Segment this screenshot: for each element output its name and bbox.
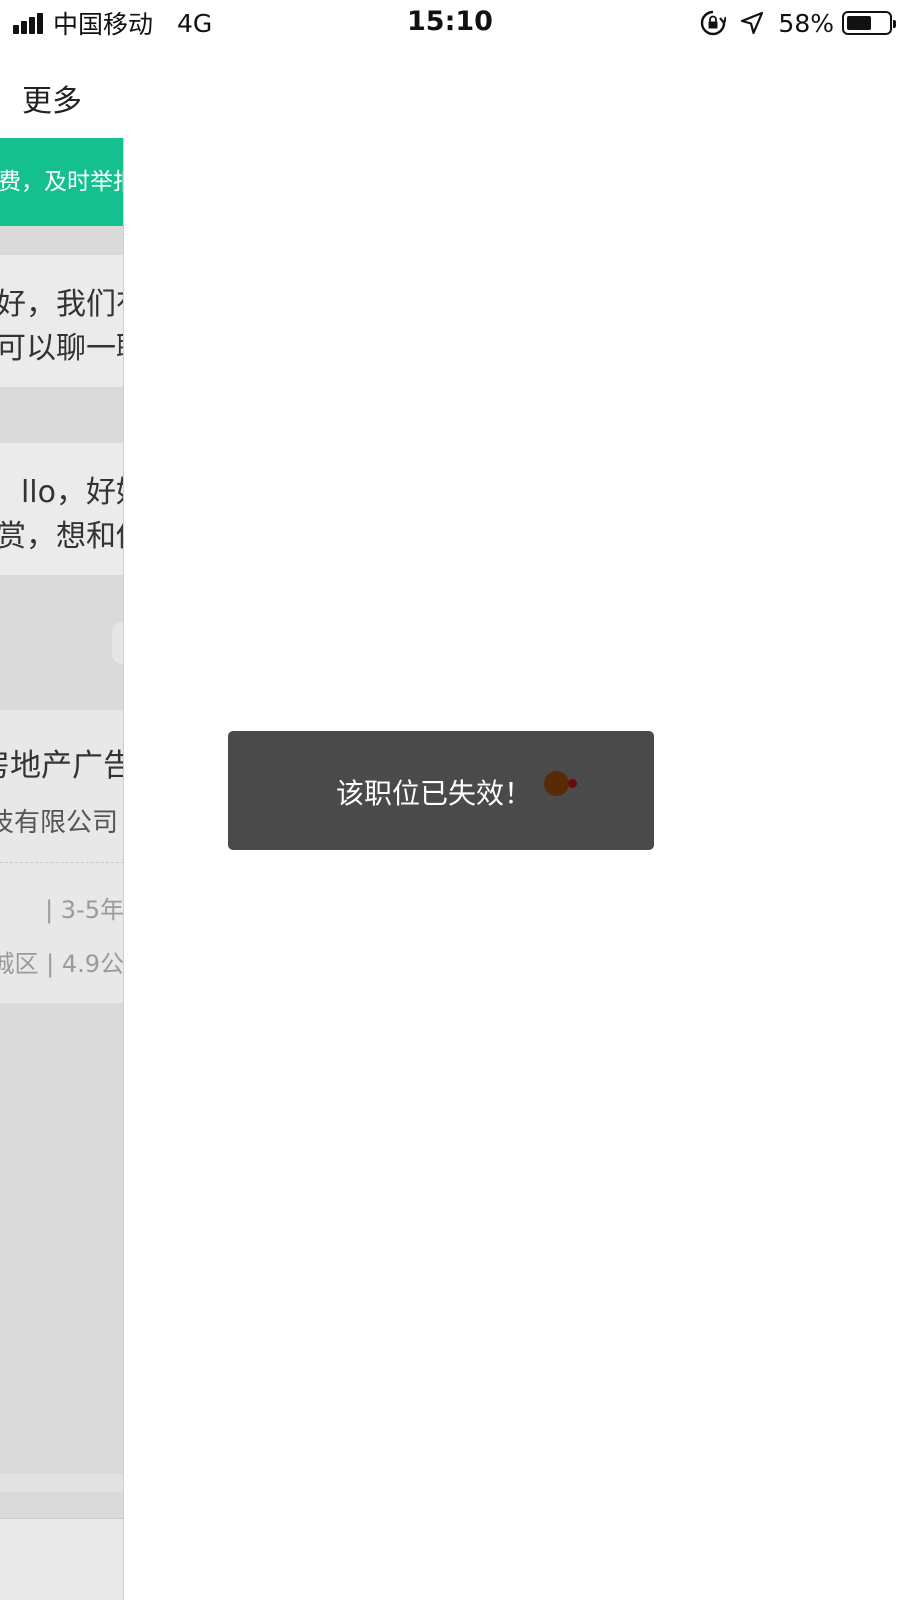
message-bubble[interactable]: 好，我们有 可以聊一聊 [0, 255, 124, 387]
more-button[interactable]: 更多 [22, 76, 82, 120]
job-location: 城区 | 4.9公里 [0, 950, 124, 978]
status-right: 58% [700, 7, 896, 39]
job-title: 房地产广告 [0, 748, 124, 784]
nav-bar: 更多 [0, 46, 900, 138]
message-line: 赏，想和你 [0, 519, 124, 554]
message-bubble[interactable]: llo，好好 赏，想和你 [0, 443, 124, 575]
touch-indicator [544, 771, 569, 796]
page-edge-divider [123, 138, 124, 1600]
job-card[interactable]: 房地产广告 技有限公司 | 3-5年 城区 | 4.9公里 [0, 710, 124, 1003]
toast-message: 该职位已失效！ [335, 777, 532, 810]
background-page: 费，及时举报 好，我们有 可以聊一聊 llo，好好 赏，想和你 房地产广告 技有… [0, 138, 124, 1600]
status-bar: 中国移动 4G 15:10 58% [0, 0, 900, 46]
battery-fill [847, 16, 871, 30]
job-divider [0, 862, 124, 863]
location-icon [741, 11, 764, 35]
report-banner[interactable]: 费，及时举报 [0, 138, 124, 226]
message-line: 可以聊一聊 [0, 331, 124, 366]
message-line: llo，好好 [20, 475, 124, 510]
screen: 中国移动 4G 15:10 58% 更多 费，及时举报 [0, 0, 900, 1600]
job-company: 技有限公司 [0, 808, 118, 838]
bottom-strip [0, 1474, 124, 1492]
touch-indicator-tail [568, 779, 577, 788]
banner-text: 费，及时举报 [0, 169, 124, 195]
orientation-lock-icon [701, 10, 727, 36]
message-line: 好，我们有 [0, 287, 124, 322]
bottom-input-bar[interactable] [0, 1518, 124, 1600]
battery-percentage: 58% [778, 8, 834, 38]
toast: 该职位已失效！ [228, 731, 654, 850]
job-experience: | 3-5年 [45, 896, 124, 924]
battery-icon [842, 11, 896, 35]
battery-cap [893, 20, 896, 28]
